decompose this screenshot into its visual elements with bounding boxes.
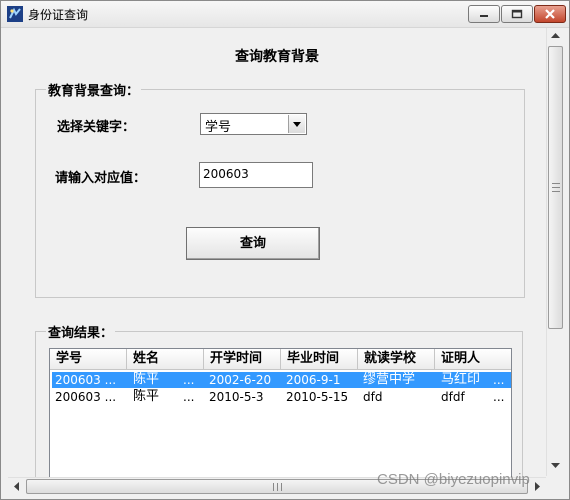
grip-icon	[273, 483, 282, 491]
cell-start-date: 2010-5-3	[209, 390, 264, 404]
cell-id: 200603 ...	[55, 390, 117, 404]
column-header-name[interactable]: 姓名	[127, 349, 204, 369]
scroll-down-button[interactable]	[548, 458, 564, 475]
chevron-down-icon	[551, 463, 560, 468]
cell-school: 缪营中学	[363, 372, 416, 387]
keyword-label: 选择关键字：	[57, 120, 136, 135]
table-row[interactable]: 200603 ... 陈平 ... 2010-5-3 2010-5-15 dfd…	[52, 389, 511, 405]
minimize-button[interactable]	[468, 5, 500, 23]
results-list[interactable]: 学号 姓名 开学时间 毕业时间 就读学校 证明人 200603 ... 陈平 .…	[49, 348, 512, 478]
table-row[interactable]: 200603 ... 陈平 ... 2002-6-20 2006-9-1 缪营中…	[52, 372, 511, 388]
value-input-text: 200603	[203, 167, 249, 181]
client-area: 查询教育背景 教育背景查询： 选择关键字： 学号 请输入对应值： 200603 …	[8, 28, 546, 492]
grip-icon	[552, 183, 560, 192]
scrollbar-corner	[546, 477, 564, 495]
column-header-graduation-date[interactable]: 毕业时间	[281, 349, 358, 369]
app-icon[interactable]	[7, 6, 23, 22]
scroll-left-button[interactable]	[8, 479, 25, 495]
app-window: 身份证查询 查询教育背景 教育背景查询： 选择关键字： 学号 请输入对应值： 2…	[0, 0, 570, 500]
watermark: CSDN @biyezuopinvip	[377, 471, 530, 488]
chevron-down-icon	[293, 122, 301, 127]
cell-graduation-date: 2010-5-15	[286, 390, 349, 404]
chevron-left-icon	[14, 482, 19, 491]
dropdown-button[interactable]	[288, 115, 305, 133]
cell-name: 陈平	[133, 372, 160, 387]
query-button[interactable]: 查询	[186, 227, 320, 260]
cell-school: dfd	[363, 390, 383, 404]
maximize-button[interactable]	[501, 5, 533, 23]
cell-name-ellipsis: ...	[183, 373, 195, 387]
keyword-select-value: 学号	[205, 120, 232, 135]
cell-graduation-date: 2006-9-1	[286, 373, 341, 387]
column-header-id[interactable]: 学号	[50, 349, 127, 369]
minimize-icon	[480, 15, 488, 17]
value-input[interactable]: 200603	[199, 162, 313, 188]
cell-id: 200603 ...	[55, 373, 117, 387]
column-header-school[interactable]: 就读学校	[358, 349, 435, 369]
value-label: 请输入对应值：	[55, 171, 147, 186]
chevron-up-icon	[551, 33, 560, 38]
cell-witness: 马红印	[441, 372, 481, 387]
vertical-scrollbar[interactable]	[546, 28, 565, 476]
cell-name: 陈平	[133, 389, 160, 404]
window-title: 身份证查询	[28, 8, 89, 22]
cell-witness: dfdf	[441, 390, 465, 404]
vertical-scroll-thumb[interactable]	[548, 46, 563, 329]
cell-witness-ellipsis: ...	[493, 373, 505, 387]
results-group-legend: 查询结果：	[48, 326, 114, 341]
cell-witness-ellipsis: ...	[493, 390, 505, 404]
maximize-icon	[511, 9, 523, 19]
close-icon	[545, 9, 555, 19]
keyword-select[interactable]: 学号	[200, 113, 307, 135]
column-header-witness[interactable]: 证明人	[435, 349, 511, 369]
results-header: 学号 姓名 开学时间 毕业时间 就读学校 证明人	[50, 349, 511, 370]
scroll-right-button[interactable]	[529, 479, 546, 495]
cell-start-date: 2002-6-20	[209, 373, 272, 387]
cell-name-ellipsis: ...	[183, 390, 195, 404]
page-title: 查询教育背景	[235, 49, 319, 65]
search-group-legend: 教育背景查询：	[48, 84, 140, 99]
scroll-up-button[interactable]	[548, 28, 564, 45]
title-bar[interactable]: 身份证查询	[1, 1, 569, 28]
column-header-start-date[interactable]: 开学时间	[204, 349, 281, 369]
chevron-right-icon	[535, 482, 540, 491]
close-button[interactable]	[534, 5, 566, 23]
